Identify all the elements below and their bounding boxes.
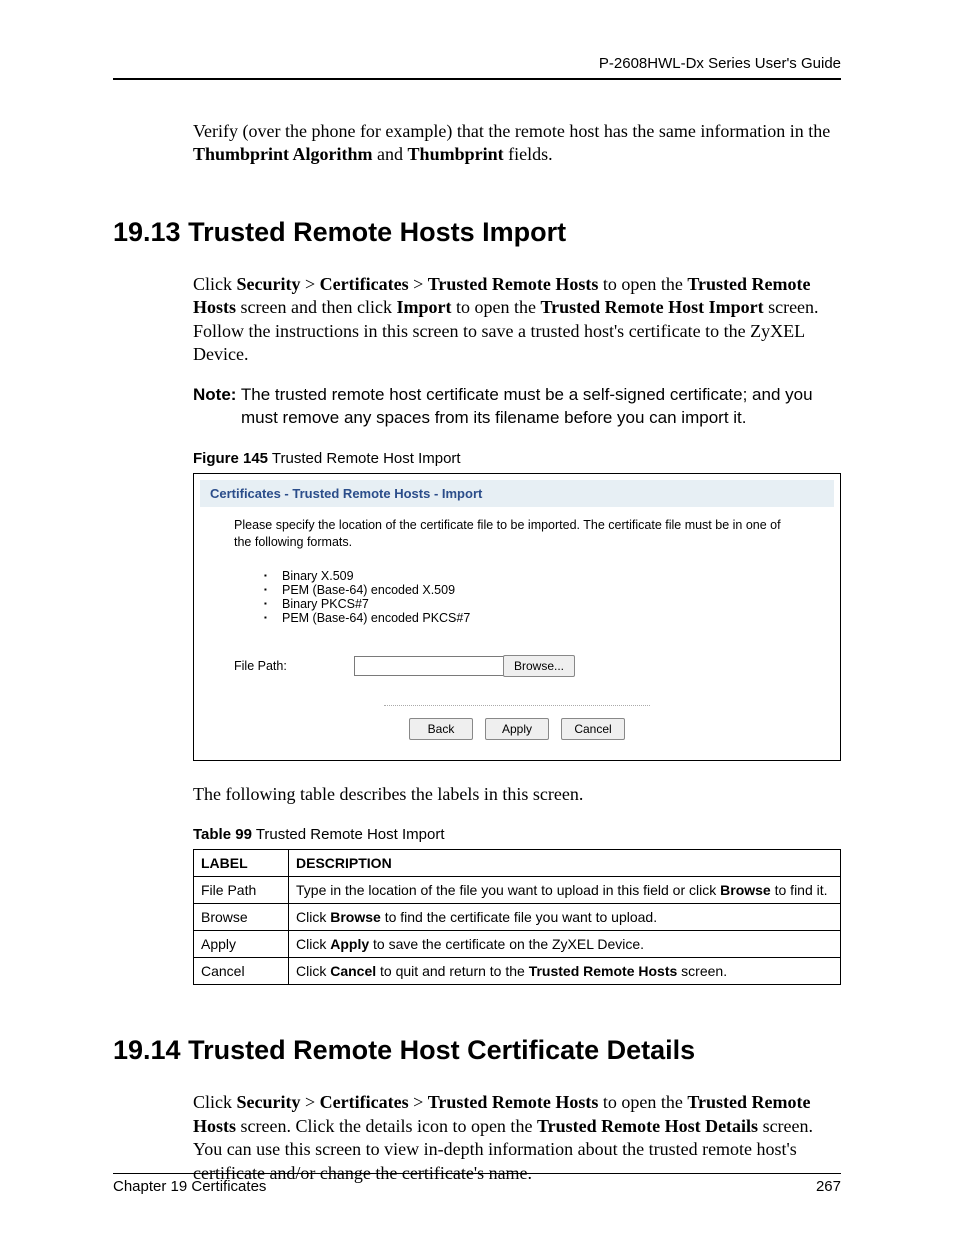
section-heading-19-14: 19.14 Trusted Remote Host Certificate De… — [113, 1035, 841, 1066]
table-row: Cancel Click Cancel to quit and return t… — [194, 958, 841, 985]
text: screen and then click — [236, 297, 396, 317]
text: and — [373, 144, 408, 164]
text: Click — [296, 909, 330, 925]
figure-format-list: Binary X.509 PEM (Base-64) encoded X.509… — [234, 569, 800, 625]
bold-text: Thumbprint — [408, 144, 504, 164]
text: to find the certificate file you want to… — [381, 909, 657, 925]
bold-text: Apply — [330, 936, 369, 952]
text: fields. — [504, 144, 553, 164]
description-table: LABEL DESCRIPTION File Path Type in the … — [193, 849, 841, 985]
figure-instruction: Please specify the location of the certi… — [234, 517, 800, 551]
text: Click — [193, 274, 237, 294]
bold-text: Thumbprint Algorithm — [193, 144, 373, 164]
cell-desc: Type in the location of the file you wan… — [289, 877, 841, 904]
cancel-button[interactable]: Cancel — [561, 718, 625, 740]
text: to open the — [451, 297, 540, 317]
file-path-label: File Path: — [234, 659, 354, 673]
header-guide-title: P-2608HWL-Dx Series User's Guide — [113, 55, 841, 72]
page-footer: Chapter 19 Certificates 267 — [113, 1173, 841, 1195]
text: > — [409, 274, 428, 294]
text: > — [409, 1092, 428, 1112]
list-item: Binary X.509 — [264, 569, 800, 583]
bold-text: Trusted Remote Hosts — [529, 963, 678, 979]
header-rule — [113, 78, 841, 80]
text: screen. — [677, 963, 727, 979]
document-page: P-2608HWL-Dx Series User's Guide Verify … — [0, 0, 954, 1235]
cell-desc: Click Browse to find the certificate fil… — [289, 904, 841, 931]
breadcrumb-security: Security — [237, 274, 301, 294]
text: to quit and return to the — [376, 963, 529, 979]
table-number: Table 99 — [193, 826, 252, 843]
breadcrumb-trusted-remote-hosts: Trusted Remote Hosts — [428, 1092, 599, 1112]
text: Type in the location of the file you wan… — [296, 882, 720, 898]
figure-button-row: Back Apply Cancel — [384, 705, 650, 740]
table-title: Trusted Remote Host Import — [252, 826, 445, 843]
table-header-row: LABEL DESCRIPTION — [194, 850, 841, 877]
file-path-input[interactable] — [354, 656, 504, 676]
text: to save the certificate on the ZyXEL Dev… — [369, 936, 644, 952]
list-item: PEM (Base-64) encoded X.509 — [264, 583, 800, 597]
text: Click — [193, 1092, 237, 1112]
apply-button[interactable]: Apply — [485, 718, 549, 740]
text: > — [300, 1092, 319, 1112]
text: Click — [296, 963, 330, 979]
browse-button[interactable]: Browse... — [503, 655, 575, 677]
intro-paragraph: Verify (over the phone for example) that… — [193, 120, 841, 167]
bold-text: Import — [396, 297, 451, 317]
bold-text: Browse — [720, 882, 771, 898]
note-label: Note: — [193, 385, 236, 404]
bold-text: Cancel — [330, 963, 376, 979]
col-description: DESCRIPTION — [289, 850, 841, 877]
text: Click — [296, 936, 330, 952]
table-row: Apply Click Apply to save the certificat… — [194, 931, 841, 958]
file-path-row: File Path: Browse... — [234, 655, 800, 677]
cell-label: File Path — [194, 877, 289, 904]
intro-block: Verify (over the phone for example) that… — [193, 120, 841, 167]
breadcrumb-certificates: Certificates — [320, 274, 409, 294]
note-line1: The trusted remote host certificate must… — [236, 385, 812, 404]
text: to open the — [598, 1092, 687, 1112]
figure-trusted-remote-host-import: Certificates - Trusted Remote Hosts - Im… — [193, 473, 841, 761]
list-item: Binary PKCS#7 — [264, 597, 800, 611]
cell-label: Apply — [194, 931, 289, 958]
list-item: PEM (Base-64) encoded PKCS#7 — [264, 611, 800, 625]
text: > — [300, 274, 319, 294]
footer-chapter: Chapter 19 Certificates — [113, 1178, 266, 1195]
section1-paragraph: Click Security > Certificates > Trusted … — [193, 273, 841, 367]
note-line2: must remove any spaces from its filename… — [241, 407, 841, 430]
col-label: LABEL — [194, 850, 289, 877]
table-caption: Table 99 Trusted Remote Host Import — [193, 826, 841, 843]
figure-caption: Figure 145 Trusted Remote Host Import — [193, 450, 841, 467]
table-intro: The following table describes the labels… — [193, 783, 841, 806]
footer-rule — [113, 1173, 841, 1174]
note-block: Note: The trusted remote host certificat… — [193, 384, 841, 430]
bold-text: Trusted Remote Host Details — [537, 1116, 758, 1136]
breadcrumb-certificates: Certificates — [320, 1092, 409, 1112]
section-heading-19-13: 19.13 Trusted Remote Hosts Import — [113, 217, 841, 248]
figure-title: Trusted Remote Host Import — [268, 450, 461, 467]
cell-label: Cancel — [194, 958, 289, 985]
table-row: Browse Click Browse to find the certific… — [194, 904, 841, 931]
table-row: File Path Type in the location of the fi… — [194, 877, 841, 904]
text: to find it. — [771, 882, 828, 898]
footer-page-number: 267 — [816, 1178, 841, 1195]
bold-text: Browse — [330, 909, 381, 925]
text: screen. Click the details icon to open t… — [236, 1116, 537, 1136]
cell-desc: Click Apply to save the certificate on t… — [289, 931, 841, 958]
back-button[interactable]: Back — [409, 718, 473, 740]
breadcrumb-trusted-remote-hosts: Trusted Remote Hosts — [428, 274, 599, 294]
text: Verify (over the phone for example) that… — [193, 121, 830, 141]
figure-panel-title: Certificates - Trusted Remote Hosts - Im… — [200, 480, 834, 507]
text: to open the — [598, 274, 687, 294]
breadcrumb-security: Security — [237, 1092, 301, 1112]
cell-desc: Click Cancel to quit and return to the T… — [289, 958, 841, 985]
bold-text: Trusted Remote Host Import — [540, 297, 763, 317]
figure-number: Figure 145 — [193, 450, 268, 467]
section2-paragraph: Click Security > Certificates > Trusted … — [193, 1091, 841, 1185]
cell-label: Browse — [194, 904, 289, 931]
